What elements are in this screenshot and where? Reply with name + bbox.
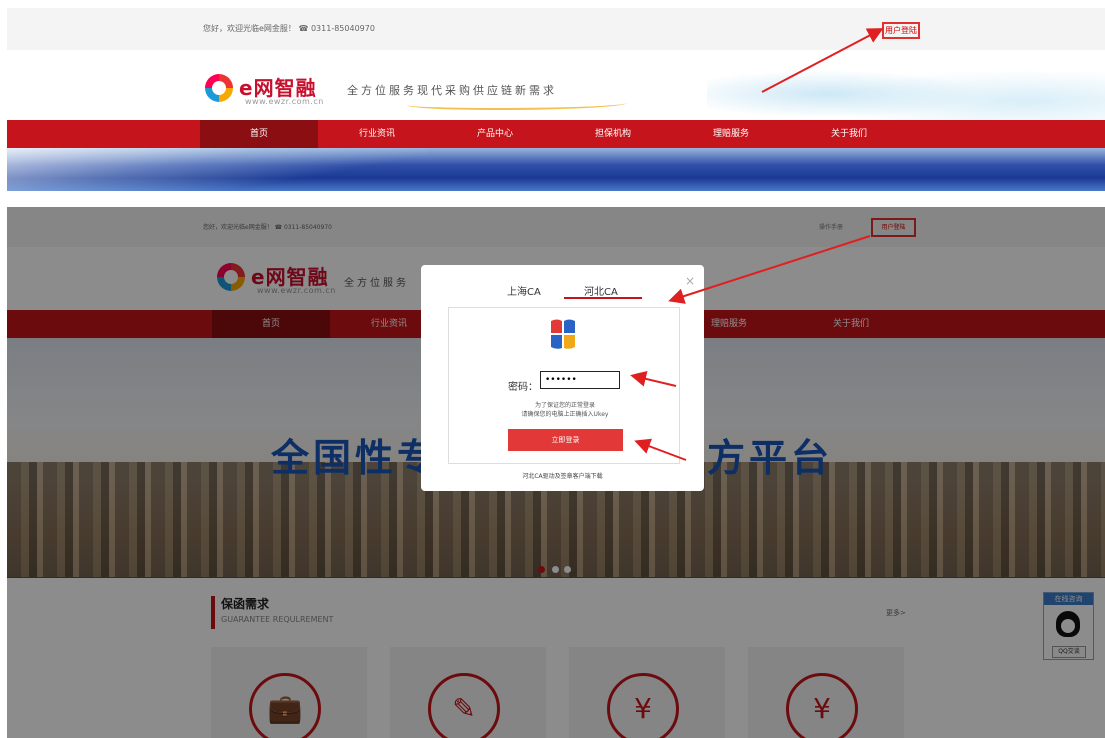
top-screenshot-panel: 您好，欢迎光临e网金服！ ☎ 0311-85040970 用户登陆 e网智融 w…	[7, 8, 1105, 191]
welcome-text: 您好，欢迎光临e网金服！ ☎ 0311-85040970	[203, 24, 375, 33]
password-field[interactable]	[540, 371, 620, 389]
nav-guarantee-institutions[interactable]: 担保机构	[554, 120, 672, 148]
tab-hebei-ca[interactable]: 河北CA	[584, 283, 618, 298]
login-tip-line2: 请确保您的电脑上正确插入Ukey	[521, 411, 609, 418]
top-bar	[7, 8, 1105, 50]
ca-login-modal: × 上海CA 河北CA 密码： 为了保证您的正常登录 请确保您的电脑上正确插入U…	[421, 265, 704, 491]
nav-claims-service[interactable]: 理赔服务	[672, 120, 790, 148]
login-form-box: 密码： 为了保证您的正常登录 请确保您的电脑上正确插入Ukey 立即登录	[448, 307, 680, 464]
login-submit-button[interactable]: 立即登录	[508, 429, 623, 451]
main-nav: 首页 行业资讯 产品中心 担保机构 理赔服务 关于我们	[7, 120, 1105, 148]
login-screenshot-panel: 您好，欢迎光临e网金服！ ☎ 0311-85040970 操作手册 用户登陆 e…	[7, 207, 1105, 738]
site-logo[interactable]: e网智融 www.ewzr.com.cn	[205, 70, 335, 110]
tab-shanghai-ca[interactable]: 上海CA	[507, 283, 541, 298]
close-icon[interactable]: ×	[685, 274, 695, 288]
active-tab-indicator	[564, 297, 642, 299]
user-login-link[interactable]: 用户登陆	[882, 22, 920, 39]
nav-home[interactable]: 首页	[200, 120, 318, 148]
nav-industry-news[interactable]: 行业资讯	[318, 120, 436, 148]
logo-url-text: www.ewzr.com.cn	[245, 97, 324, 106]
driver-download-link[interactable]: 河北CA驱动及签章客户端下载	[421, 471, 704, 480]
nav-about-us[interactable]: 关于我们	[790, 120, 908, 148]
slogan-underline	[407, 98, 627, 110]
nav-products[interactable]: 产品中心	[436, 120, 554, 148]
ca-shield-icon	[551, 319, 575, 349]
slogan: 全方位服务现代采购供应链新需求	[347, 84, 557, 97]
logo-mark-icon	[205, 74, 233, 102]
hero-banner	[7, 148, 1105, 191]
header-decoration	[707, 52, 1105, 122]
password-label: 密码：	[508, 382, 538, 393]
login-tip-line1: 为了保证您的正常登录	[534, 402, 595, 409]
